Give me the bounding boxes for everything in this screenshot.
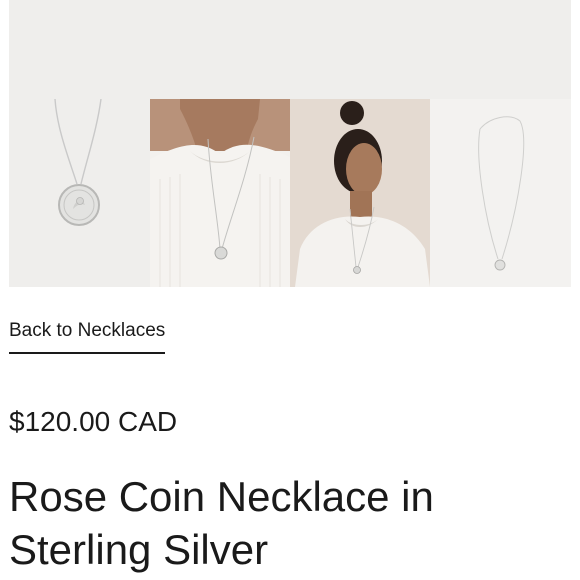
- gallery-image-necklace-flat[interactable]: [430, 99, 571, 287]
- model-portrait-icon: [290, 99, 430, 287]
- necklace-product-icon: [9, 99, 149, 287]
- gallery-image-model-portrait[interactable]: [290, 99, 430, 287]
- model-closeup-icon: [150, 99, 290, 287]
- necklace-flat-icon: [430, 99, 571, 287]
- thumbnail-strip: [9, 99, 571, 287]
- product-price: $120.00 CAD: [9, 406, 178, 437]
- gallery-image-model-closeup[interactable]: [150, 99, 290, 287]
- gallery-image-necklace[interactable]: [9, 99, 149, 287]
- back-to-necklaces-link[interactable]: Back to Necklaces: [9, 319, 166, 354]
- product-title: Rose Coin Necklace in Sterling Silver: [9, 473, 434, 573]
- product-gallery: [9, 0, 571, 287]
